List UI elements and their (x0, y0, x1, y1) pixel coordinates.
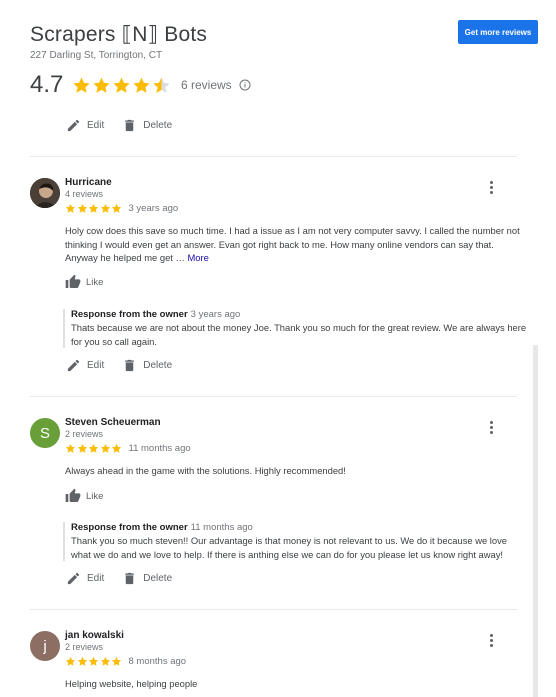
scrollbar[interactable] (533, 345, 538, 697)
star-icon (113, 77, 130, 93)
avatar-initial: S (39, 424, 50, 442)
star-icon (111, 656, 122, 666)
edit-button[interactable]: Edit (66, 358, 104, 373)
pencil-icon (67, 119, 80, 132)
owner-response-label: Response from the owner (71, 522, 188, 533)
owner-response-text: Thank you so much steven!! Our advantage… (71, 535, 508, 560)
review-text: Helping website, helping people (65, 678, 198, 689)
edit-button[interactable]: Edit (66, 118, 104, 133)
info-icon[interactable] (239, 79, 251, 91)
reviewer-name[interactable]: jan kowalski (65, 630, 124, 641)
delete-label: Delete (143, 573, 173, 584)
delete-button[interactable]: Delete (122, 118, 172, 133)
edit-label: Edit (87, 573, 105, 584)
divider (30, 156, 517, 157)
star-half-icon (153, 77, 170, 93)
like-button[interactable]: Like (65, 274, 103, 290)
star-icon (111, 443, 122, 453)
avatar[interactable]: j (30, 631, 60, 661)
trash-icon (125, 119, 135, 132)
star-icon (100, 656, 110, 666)
delete-button[interactable]: Delete (122, 358, 172, 373)
owner-response-text: Thats because we are not about the money… (71, 322, 527, 347)
delete-button[interactable]: Delete (122, 571, 172, 586)
divider (30, 609, 517, 610)
like-label: Like (86, 490, 104, 502)
thumbs-up-icon (65, 488, 81, 502)
review-rating: 8 months ago (65, 656, 186, 667)
star-icon (88, 443, 99, 453)
user-photo-icon (30, 178, 60, 208)
review-text: Holy cow does this save so much time. I … (65, 224, 521, 265)
thumbs-up-icon (65, 274, 81, 288)
owner-response: Response from the owner 3 years ago Thats… (63, 309, 529, 348)
more-link[interactable]: More (187, 252, 208, 263)
edit-label: Edit (87, 120, 105, 131)
owner-response-date: 3 years ago (190, 309, 241, 320)
star-icon (111, 203, 122, 213)
divider (30, 396, 517, 397)
own-review-actions: Edit Delete (66, 118, 172, 133)
review-rating: 11 months ago (65, 443, 191, 454)
owner-response-label: Response from the owner (71, 309, 188, 320)
reviewer-name[interactable]: Steven Scheuerman (65, 417, 161, 428)
star-icon (133, 77, 150, 93)
more-options-icon[interactable] (490, 634, 494, 648)
star-icon (88, 203, 99, 213)
avatar-initial: j (43, 637, 47, 655)
reviewer-review-count: 4 reviews (65, 189, 104, 199)
star-icon (77, 443, 87, 453)
like-label: Like (86, 276, 104, 288)
response-actions: Edit Delete (66, 571, 172, 586)
owner-response-date: 11 months ago (190, 522, 253, 533)
more-options-icon[interactable] (490, 421, 494, 435)
delete-label: Delete (143, 360, 173, 371)
avatar[interactable] (30, 178, 60, 208)
review-rating: 3 years ago (65, 203, 178, 214)
reviewer-name[interactable]: Hurricane (65, 177, 112, 188)
star-icon (88, 656, 99, 666)
owner-response: Response from the owner 11 months ago Tha… (63, 522, 529, 561)
star-icon (100, 203, 110, 213)
response-actions: Edit Delete (66, 358, 172, 373)
more-options-icon[interactable] (490, 181, 494, 195)
review-text: Always ahead in the game with the soluti… (65, 465, 346, 476)
star-icon (73, 77, 90, 93)
pencil-icon (67, 359, 80, 372)
delete-label: Delete (143, 120, 173, 131)
get-more-reviews-button[interactable]: Get more reviews (458, 20, 538, 44)
business-header: Scrapers ⟦N⟧ Bots 227 Darling St, Torrin… (30, 22, 251, 99)
edit-button[interactable]: Edit (66, 571, 104, 586)
rating-value: 4.7 (30, 71, 64, 98)
avatar[interactable]: S (30, 418, 60, 448)
reviewer-review-count: 2 reviews (65, 642, 104, 652)
edit-label: Edit (87, 360, 105, 371)
star-icon (93, 77, 110, 93)
pencil-icon (67, 572, 80, 585)
star-icon (65, 443, 76, 453)
review-date: 8 months ago (128, 656, 187, 667)
rating-summary: 4.7 6 reviews (30, 71, 251, 99)
business-address: 227 Darling St, Torrington, CT (30, 50, 163, 61)
review-date: 11 months ago (128, 443, 191, 454)
trash-icon (125, 572, 135, 585)
reviewer-review-count: 2 reviews (65, 429, 104, 439)
trash-icon (125, 359, 135, 372)
business-name: Scrapers ⟦N⟧ Bots (30, 23, 208, 46)
review-count: 6 reviews (181, 78, 232, 92)
review-date: 3 years ago (128, 203, 179, 214)
star-icon (65, 203, 76, 213)
star-icon (100, 443, 110, 453)
like-button[interactable]: Like (65, 488, 103, 504)
star-icon (65, 656, 76, 666)
star-icon (77, 203, 87, 213)
star-icon (77, 656, 87, 666)
review-body: Holy cow does this save so much time. I … (65, 225, 520, 263)
rating-stars (72, 76, 172, 95)
